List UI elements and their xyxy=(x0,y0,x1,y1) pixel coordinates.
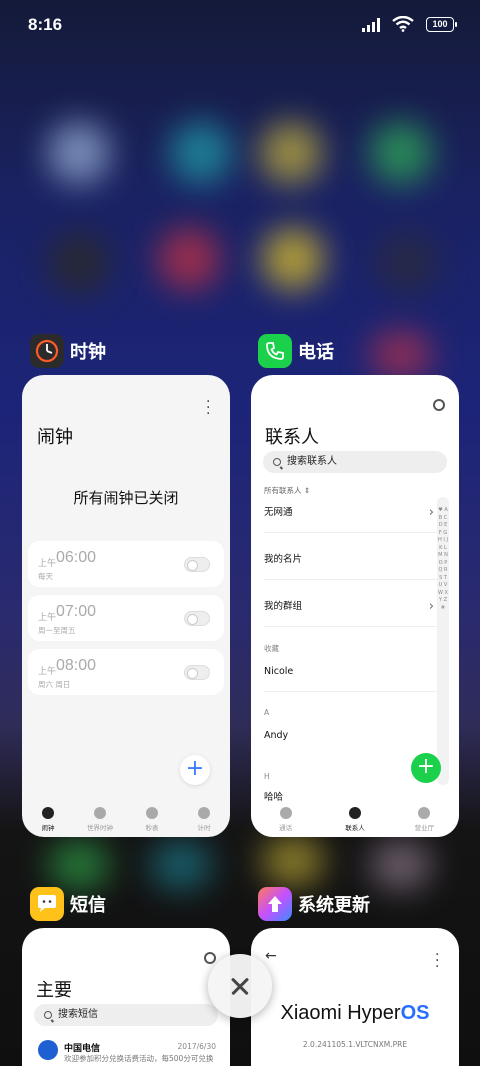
app-name-phone: 电话 xyxy=(298,342,334,363)
alarm-toggle[interactable] xyxy=(184,611,210,626)
list-item[interactable]: 我的群组 › xyxy=(264,587,438,627)
app-name-update: 系统更新 xyxy=(298,895,370,916)
back-arrow-icon[interactable]: ← xyxy=(265,948,277,964)
clock-app-icon xyxy=(30,334,64,368)
alarm-item[interactable]: 上午 08:00 周六 周日 xyxy=(28,649,224,695)
alarm-toggle[interactable] xyxy=(184,557,210,572)
clear-all-button[interactable] xyxy=(208,954,272,1018)
message-preview: 欢迎参加积分兑换话费活动，每500分可兑换 xyxy=(64,1054,214,1063)
alarm-repeat: 周一至周五 xyxy=(38,626,76,635)
add-contact-button[interactable]: + xyxy=(411,753,441,783)
app-header-clock: 时钟 xyxy=(30,334,106,368)
phone-app-icon xyxy=(258,334,292,368)
world-clock-icon xyxy=(94,807,106,819)
timer-icon xyxy=(198,807,210,819)
nav-calls[interactable]: 通话 xyxy=(261,803,311,837)
stopwatch-icon xyxy=(146,807,158,819)
contact-row[interactable]: Andy xyxy=(264,716,438,756)
alarm-period: 上午 xyxy=(38,613,57,623)
status-time: 8:16 xyxy=(28,15,63,34)
settings-gear-icon[interactable] xyxy=(204,952,216,964)
alarm-time: 07:00 xyxy=(56,603,97,620)
search-icon xyxy=(44,1011,52,1019)
signal-icon xyxy=(362,18,380,32)
search-input[interactable]: 搜索短信 xyxy=(34,1004,218,1026)
status-bar: 8:16 100 xyxy=(0,0,480,50)
alarm-repeat: 周六 周日 xyxy=(38,680,71,689)
nav-label: 闹钟 xyxy=(41,824,55,832)
contact-row[interactable]: Nicole xyxy=(264,652,438,692)
battery-icon: 100 xyxy=(426,17,457,32)
list-item[interactable]: 我的名片 xyxy=(264,540,438,580)
app-header-sms: 短信 xyxy=(30,887,106,921)
nav-label: 联系人 xyxy=(345,824,365,832)
nav-service-hall[interactable]: 营业厅 xyxy=(399,803,449,837)
phone-icon xyxy=(279,807,292,819)
list-item-label: 无网通 xyxy=(264,507,293,518)
bottom-nav: 通话 联系人 营业厅 xyxy=(251,803,459,837)
chevron-right-icon: › xyxy=(428,505,434,520)
recent-card-update[interactable]: ← · · · Xiaomi HyperOS 2.0.241105.1.VLTCNX… xyxy=(251,928,459,1066)
page-title: 联系人 xyxy=(265,427,319,448)
app-header-update: 系统更新 xyxy=(258,887,370,921)
update-app-icon xyxy=(258,887,292,921)
person-icon xyxy=(348,807,361,819)
recent-card-sms[interactable]: 主要 搜索短信 中国电信 2017/6/30 欢迎参加积分兑换话费活动，每500… xyxy=(22,928,230,1066)
store-icon xyxy=(418,807,431,819)
brand-suffix: OS xyxy=(400,1002,430,1024)
app-name-clock: 时钟 xyxy=(70,342,106,363)
list-item-label: 我的群组 xyxy=(264,601,303,612)
chevron-right-icon: › xyxy=(428,599,434,614)
alphabet-index[interactable]: ♥ A B C D E F G H I J K L M N O P Q R S … xyxy=(437,497,449,785)
recent-card-phone[interactable]: 联系人 搜索联系人 所有联系人 ⇕ 无网通 › 我的名片 我的群组 › 收藏 Nic… xyxy=(251,375,459,837)
contact-name: 哈哈 xyxy=(264,792,284,803)
alarm-time: 06:00 xyxy=(56,549,97,566)
sms-app-icon xyxy=(30,887,64,921)
empty-state-text: 所有闹钟已关闭 xyxy=(73,489,179,507)
more-menu-icon[interactable]: · · · xyxy=(435,948,439,974)
os-brand: Xiaomi HyperOS xyxy=(251,1002,459,1025)
search-input[interactable]: 搜索联系人 xyxy=(263,451,447,473)
add-alarm-button[interactable]: + xyxy=(180,755,210,785)
app-header-phone: 电话 xyxy=(258,334,334,368)
nav-world-clock[interactable]: 世界时钟 xyxy=(75,803,125,837)
brand-prefix: Xiaomi Hyper xyxy=(280,1002,401,1024)
contact-name: Nicole xyxy=(264,666,294,677)
bottom-nav: 闹钟 世界时钟 秒表 计时 xyxy=(22,803,230,837)
alarm-item[interactable]: 上午 07:00 周一至周五 xyxy=(28,595,224,641)
nav-timer[interactable]: 计时 xyxy=(179,803,229,837)
alarm-item[interactable]: 上午 06:00 每天 xyxy=(28,541,224,587)
nav-stopwatch[interactable]: 秒表 xyxy=(127,803,177,837)
wifi-icon xyxy=(392,16,414,32)
recent-card-clock[interactable]: · · · 闹钟 所有闹钟已关闭 上午 06:00 每天 上午 07:00 周一至周… xyxy=(22,375,230,837)
nav-label: 计时 xyxy=(197,824,211,832)
sender-avatar xyxy=(38,1040,58,1060)
search-placeholder: 搜索联系人 xyxy=(287,456,337,467)
alarm-repeat: 每天 xyxy=(38,572,53,581)
page-title: 主要 xyxy=(36,980,72,1001)
list-item[interactable]: 无网通 › xyxy=(264,493,438,533)
nav-label: 秒表 xyxy=(145,824,159,832)
list-item-label: 我的名片 xyxy=(264,554,303,565)
nav-label: 营业厅 xyxy=(414,824,435,832)
os-version: 2.0.241105.1.VLTCNXM.PRE xyxy=(302,1040,408,1049)
message-date: 2017/6/30 xyxy=(177,1042,216,1051)
page-title: 闹钟 xyxy=(37,427,73,448)
nav-label: 通话 xyxy=(279,824,293,832)
nav-label: 世界时钟 xyxy=(87,824,113,832)
alarm-icon xyxy=(42,807,54,819)
app-name-sms: 短信 xyxy=(70,895,106,916)
nav-alarm[interactable]: 闹钟 xyxy=(23,803,73,837)
alarm-period: 上午 xyxy=(38,559,57,569)
more-menu-icon[interactable]: · · · xyxy=(206,395,210,421)
settings-gear-icon[interactable] xyxy=(433,399,445,411)
nav-contacts[interactable]: 联系人 xyxy=(330,803,380,837)
search-icon xyxy=(273,458,281,466)
search-placeholder: 搜索短信 xyxy=(58,1009,98,1020)
alarm-toggle[interactable] xyxy=(184,665,210,680)
contact-name: Andy xyxy=(264,730,289,741)
alarm-period: 上午 xyxy=(38,667,57,677)
alarm-time: 08:00 xyxy=(56,657,97,674)
